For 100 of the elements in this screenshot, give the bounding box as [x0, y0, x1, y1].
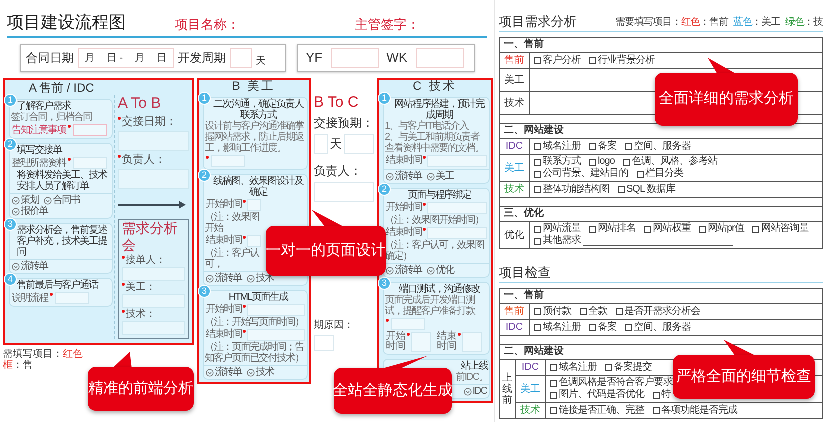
checkbox[interactable] — [534, 57, 541, 64]
input-field[interactable] — [427, 155, 487, 167]
input-field[interactable] — [314, 335, 334, 351]
checkbox[interactable] — [534, 170, 541, 178]
date-range-field[interactable]: 月 日 - 月 日 — [78, 48, 174, 68]
input-field[interactable] — [247, 304, 305, 316]
checkbox[interactable] — [589, 226, 596, 232]
step-number: 1 — [378, 92, 391, 105]
checkbox[interactable] — [652, 407, 660, 414]
input-field[interactable] — [427, 227, 487, 239]
input-field[interactable] — [330, 48, 379, 68]
input-field[interactable] — [314, 182, 374, 202]
field-label: 开始时间 — [206, 304, 242, 315]
option-label: 行业背景分析 — [598, 54, 655, 66]
input-field[interactable] — [411, 332, 431, 352]
option-label: 色调风格是否符合客户要求 — [559, 377, 673, 388]
checkbox[interactable] — [625, 324, 632, 331]
input-field[interactable] — [416, 48, 464, 68]
checkbox[interactable] — [699, 226, 706, 232]
link[interactable]: 技术 — [247, 367, 274, 378]
step-note: 1、与客户IT电话介入 — [384, 121, 469, 132]
unit-label: 天 — [330, 136, 342, 153]
input-field[interactable] — [230, 48, 252, 68]
input-field[interactable] — [427, 202, 487, 214]
checkbox[interactable] — [550, 392, 557, 398]
step-note: （注：开始写页面时间） — [204, 317, 305, 328]
input-field[interactable] — [55, 292, 89, 304]
link[interactable]: 流转单 — [386, 171, 422, 182]
input-field[interactable] — [73, 157, 107, 169]
row-label: 美工 — [500, 155, 530, 181]
input-field[interactable] — [247, 329, 305, 341]
option-label: 公司背景、建站目的 — [543, 168, 628, 180]
checkbox[interactable] — [589, 324, 596, 331]
checkbox[interactable] — [550, 407, 557, 414]
checkbox[interactable] — [616, 308, 622, 315]
input-field[interactable] — [462, 332, 482, 352]
section-title: A To B — [118, 95, 162, 113]
link[interactable]: 流转单 — [386, 265, 422, 276]
link[interactable]: 优化 — [427, 265, 454, 276]
section-title: 项目检查 — [499, 266, 551, 279]
link[interactable]: 美工 — [427, 171, 454, 182]
checkbox[interactable] — [618, 186, 624, 193]
section-heading: 一、售前 — [500, 38, 822, 53]
field-label: 开始时间 — [206, 199, 242, 210]
input-field[interactable] — [118, 169, 189, 189]
link[interactable]: IDC — [464, 386, 487, 397]
checkbox[interactable] — [644, 226, 651, 232]
step-note: （注：效果图开始时间） — [384, 215, 485, 226]
link[interactable]: 流转单 — [12, 261, 48, 272]
step-note: 2、与美工和前期负责者查看资料中需要的文档。 — [384, 132, 485, 154]
input-field[interactable] — [344, 134, 374, 154]
input-field[interactable] — [122, 294, 185, 308]
link[interactable]: 报价单 — [12, 206, 48, 217]
checkbox[interactable] — [534, 324, 541, 331]
input-field[interactable] — [391, 318, 425, 330]
chevron-circle-icon — [44, 196, 52, 204]
option-label: 网站咨询量 — [761, 223, 809, 235]
option-label: 网站排名 — [598, 223, 636, 235]
input-field[interactable] — [314, 134, 328, 154]
checkbox[interactable] — [625, 143, 632, 150]
field-label: 开始时间 — [386, 202, 422, 213]
checkbox[interactable] — [534, 158, 541, 166]
option-label: 整体功能结构图 — [543, 184, 610, 196]
input-field[interactable] — [73, 124, 107, 136]
step-number: 1 — [4, 94, 17, 107]
checkbox[interactable] — [534, 238, 541, 244]
chevron-circle-icon — [247, 368, 255, 376]
input-field[interactable] — [247, 235, 261, 247]
checkbox[interactable] — [534, 143, 541, 150]
checkbox[interactable] — [534, 186, 541, 193]
input-field[interactable] — [118, 131, 189, 151]
right-arrow-icon — [118, 201, 186, 209]
step-note: 签订合同，归档合同 — [10, 112, 93, 123]
link[interactable]: 流转单 — [206, 273, 242, 284]
checkbox[interactable] — [589, 158, 596, 166]
option-label: 域名注册 — [543, 140, 581, 152]
checkbox[interactable] — [605, 364, 612, 371]
chevron-circle-icon — [206, 274, 214, 282]
checkbox[interactable] — [589, 143, 596, 150]
field-label: 负责人： — [314, 163, 363, 180]
checkbox[interactable] — [550, 380, 557, 386]
option-label: 网站pr值 — [708, 223, 744, 235]
option-label: 备案 — [598, 322, 617, 334]
link[interactable]: 流转单 — [206, 367, 242, 378]
checkbox[interactable] — [534, 226, 541, 232]
input-field[interactable] — [211, 155, 245, 167]
checkbox[interactable] — [534, 308, 541, 315]
link[interactable]: 合同书 — [44, 195, 80, 206]
input-field[interactable] — [247, 199, 261, 211]
checkbox[interactable] — [622, 158, 630, 166]
step-note: （注：客户认可，效果图确定） — [385, 240, 485, 262]
input-field[interactable] — [122, 321, 185, 335]
checkbox[interactable] — [752, 226, 760, 232]
checkbox[interactable] — [636, 170, 644, 178]
checkbox[interactable] — [589, 57, 596, 64]
checkbox[interactable] — [652, 392, 660, 398]
checkbox[interactable] — [550, 364, 557, 371]
link[interactable]: 策划 — [12, 195, 39, 206]
checkbox[interactable] — [580, 308, 586, 315]
input-field[interactable] — [122, 267, 185, 281]
